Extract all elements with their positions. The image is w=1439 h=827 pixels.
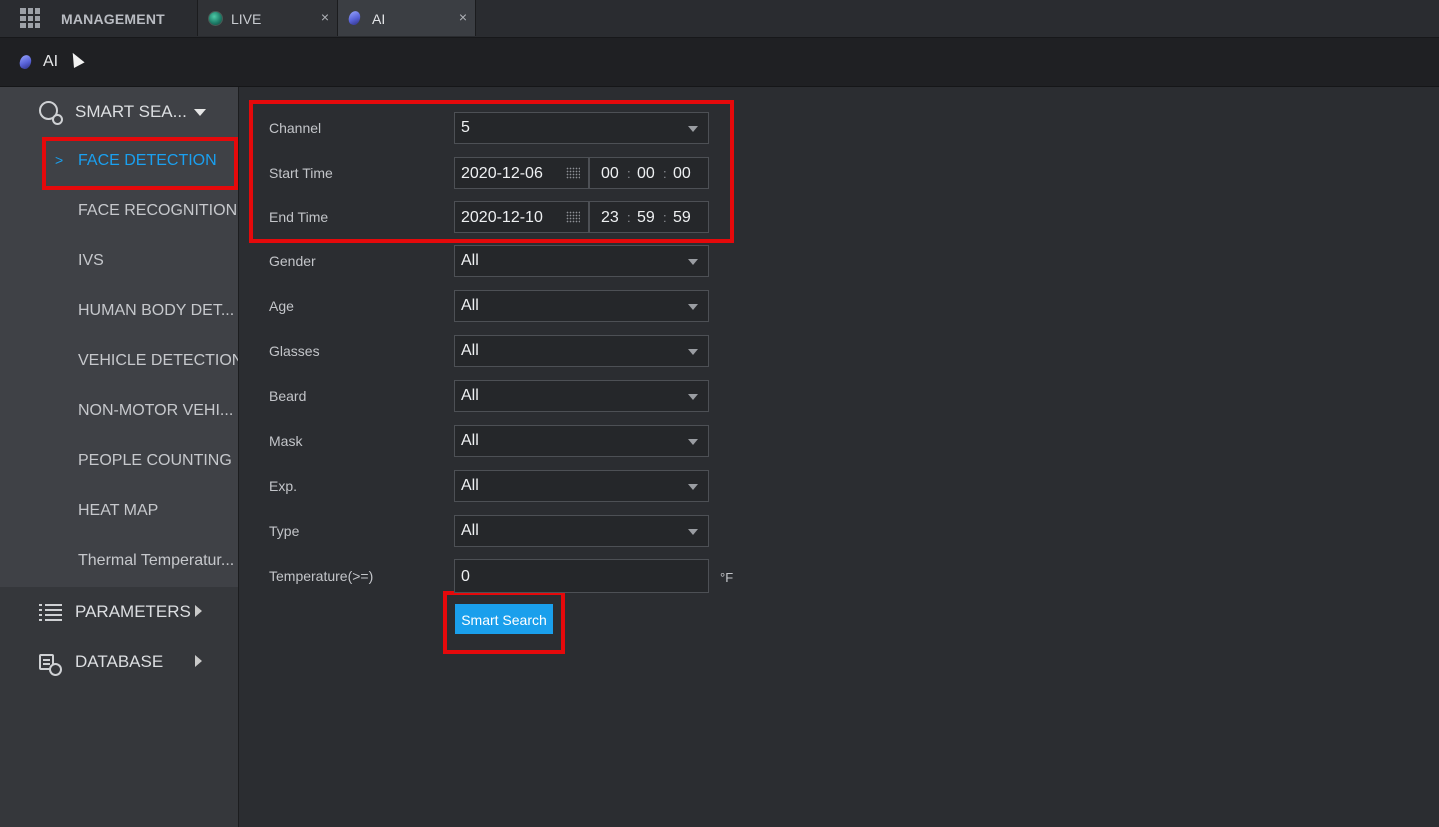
tab-bar: MANAGEMENT LIVE × AI × [0, 0, 1439, 38]
time-separator: : [663, 210, 667, 225]
end-date-value: 2020-12-10 [461, 209, 543, 226]
ai-icon [346, 9, 363, 27]
tab-live-label: LIVE [231, 11, 262, 27]
temperature-input[interactable]: 0 [454, 559, 709, 593]
tab-management-label: MANAGEMENT [61, 11, 165, 27]
end-second[interactable]: 59 [673, 209, 691, 227]
channel-label: Channel [269, 120, 322, 136]
dropdown-arrow-icon [688, 126, 698, 132]
age-select[interactable]: All [454, 290, 709, 322]
start-second[interactable]: 00 [673, 165, 691, 183]
glasses-value: All [461, 342, 479, 359]
temperature-value: 0 [461, 568, 470, 585]
calendar-icon[interactable] [566, 167, 580, 179]
sidebar-item-smart-search[interactable]: SMART SEA... [0, 87, 238, 137]
time-separator: : [627, 210, 631, 225]
beard-select[interactable]: All [454, 380, 709, 412]
end-time-input[interactable]: 23 : 59 : 59 [589, 201, 709, 233]
highlight-box-face-detection [42, 137, 238, 190]
mouse-cursor-icon [67, 50, 85, 68]
ai-icon [17, 53, 34, 71]
close-icon[interactable]: × [321, 9, 329, 25]
dropdown-arrow-icon [688, 349, 698, 355]
sidebar-item-face-recognition[interactable]: FACE RECOGNITION [78, 202, 238, 220]
beard-label: Beard [269, 388, 307, 404]
start-time-input[interactable]: 00 : 00 : 00 [589, 157, 709, 189]
glasses-label: Glasses [269, 343, 320, 359]
list-icon [39, 604, 62, 621]
temperature-unit: °F [720, 570, 734, 585]
end-hour[interactable]: 23 [601, 209, 619, 227]
tab-ai-label: AI [372, 11, 386, 27]
type-select[interactable]: All [454, 515, 709, 547]
sidebar-item-heat-map[interactable]: HEAT MAP [78, 502, 238, 520]
caret-right-icon [195, 605, 202, 617]
temperature-label: Temperature(>=) [269, 568, 374, 584]
expression-select[interactable]: All [454, 470, 709, 502]
mask-label: Mask [269, 433, 303, 449]
time-separator: : [627, 166, 631, 181]
glasses-select[interactable]: All [454, 335, 709, 367]
database-icon [39, 654, 62, 676]
sidebar-item-label: DATABASE [75, 652, 164, 671]
sidebar-item-parameters[interactable]: PARAMETERS [0, 587, 238, 637]
sidebar-item-label: SMART SEA... [75, 102, 187, 121]
age-label: Age [269, 298, 294, 314]
start-time-label: Start Time [269, 165, 333, 181]
type-label: Type [269, 523, 300, 539]
time-separator: : [663, 166, 667, 181]
dropdown-arrow-icon [688, 259, 698, 265]
dropdown-arrow-icon [688, 304, 698, 310]
start-date-input[interactable]: 2020-12-06 [454, 157, 589, 189]
sidebar-item-people-counting[interactable]: PEOPLE COUNTING [78, 452, 238, 470]
start-minute[interactable]: 00 [637, 165, 655, 183]
smart-search-button[interactable]: Smart Search [455, 604, 553, 634]
dropdown-arrow-icon [688, 439, 698, 445]
globe-icon [208, 11, 223, 26]
calendar-icon[interactable] [566, 211, 580, 223]
end-time-label: End Time [269, 209, 329, 225]
sidebar-item-thermal-temperature[interactable]: Thermal Temperatur... [78, 552, 238, 570]
dropdown-arrow-icon [688, 529, 698, 535]
end-minute[interactable]: 59 [637, 209, 655, 227]
sidebar-item-database[interactable]: DATABASE [0, 637, 238, 687]
search-icon [39, 101, 63, 125]
expression-value: All [461, 477, 479, 494]
caret-right-icon [195, 655, 202, 667]
end-date-input[interactable]: 2020-12-10 [454, 201, 589, 233]
beard-value: All [461, 387, 479, 404]
mask-value: All [461, 432, 479, 449]
close-icon[interactable]: × [459, 9, 467, 25]
type-value: All [461, 522, 479, 539]
mask-select[interactable]: All [454, 425, 709, 457]
tab-management[interactable]: MANAGEMENT [0, 0, 198, 36]
tab-ai[interactable]: AI × [338, 0, 476, 36]
start-date-value: 2020-12-06 [461, 165, 543, 182]
sidebar-item-label: PARAMETERS [75, 602, 191, 621]
channel-select[interactable]: 5 [454, 112, 709, 144]
start-hour[interactable]: 00 [601, 165, 619, 183]
gender-label: Gender [269, 253, 316, 269]
age-value: All [461, 297, 479, 314]
breadcrumb: AI [0, 38, 1439, 87]
caret-down-icon [194, 109, 206, 116]
sidebar-item-vehicle-detection[interactable]: VEHICLE DETECTION [78, 352, 238, 370]
gender-value: All [461, 252, 479, 269]
sidebar-item-human-body-detection[interactable]: HUMAN BODY DET... [78, 302, 238, 320]
tab-live[interactable]: LIVE × [198, 0, 338, 36]
sidebar: SMART SEA... > FACE DETECTION FACE RECOG… [0, 87, 239, 827]
sidebar-item-ivs[interactable]: IVS [78, 252, 238, 270]
dropdown-arrow-icon [688, 394, 698, 400]
expression-label: Exp. [269, 478, 298, 494]
page-title: AI [43, 53, 59, 70]
channel-value: 5 [461, 119, 470, 136]
apps-grid-icon[interactable] [20, 8, 40, 28]
gender-select[interactable]: All [454, 245, 709, 277]
sidebar-item-non-motor-vehicle[interactable]: NON-MOTOR VEHI... [78, 402, 238, 420]
dropdown-arrow-icon [688, 484, 698, 490]
